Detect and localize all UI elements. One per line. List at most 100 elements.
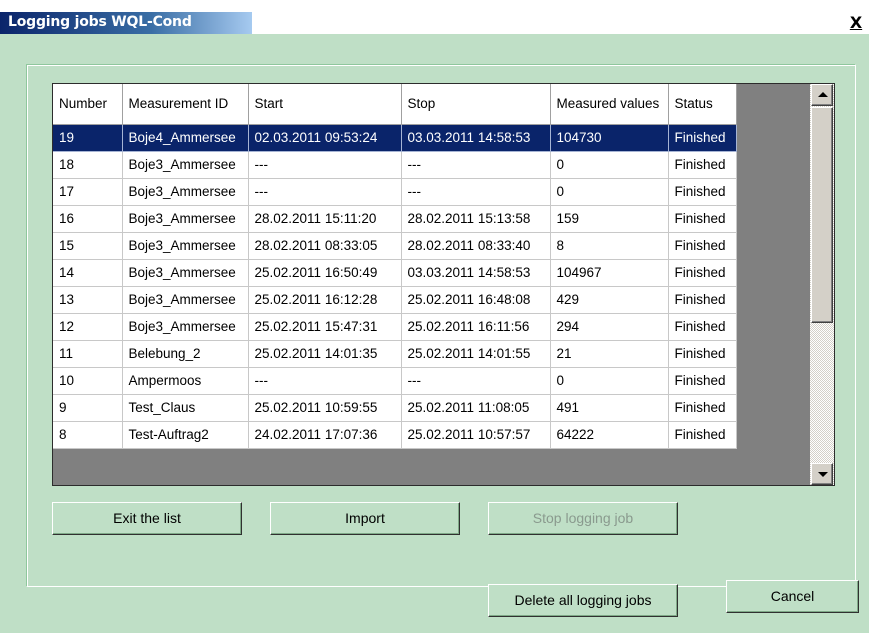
cell-number: 17 (53, 178, 123, 206)
cell-measured-values: 8 (550, 232, 669, 260)
cell-status: Finished (668, 286, 737, 314)
table-row[interactable]: 12 Boje3_Ammersee 25.02.2011 15:47:31 25.02… (53, 313, 737, 341)
cell-stop: 25.02.2011 14:01:55 (401, 340, 551, 368)
scroll-thumb[interactable] (811, 107, 833, 323)
cancel-button[interactable]: Cancel (726, 580, 859, 613)
table-row[interactable]: 16 Boje3_Ammersee 28.02.2011 15:11:20 28.02… (53, 205, 737, 233)
stop-logging-job-button[interactable]: Stop logging job (488, 502, 678, 535)
cell-start: --- (248, 178, 402, 206)
vertical-scrollbar[interactable] (810, 84, 834, 485)
cell-measurement-id: Boje3_Ammersee (122, 151, 249, 179)
cell-stop: --- (401, 367, 551, 395)
cell-number: 13 (53, 286, 123, 314)
cell-measured-values: 0 (550, 151, 669, 179)
arrow-up-icon (818, 92, 828, 97)
dialog-body: Number Measurement ID Start Stop Measure… (0, 34, 869, 633)
cell-status: Finished (668, 205, 737, 233)
cell-start: 28.02.2011 08:33:05 (248, 232, 402, 260)
table-row[interactable]: 9 Test_Claus 25.02.2011 10:59:55 25.02.2011… (53, 394, 737, 422)
cell-measured-values: 429 (550, 286, 669, 314)
cell-measured-values: 491 (550, 394, 669, 422)
cell-start: 02.03.2011 09:53:24 (248, 124, 402, 152)
cell-stop: --- (401, 151, 551, 179)
table-row[interactable]: 11 Belebung_2 25.02.2011 14:01:35 25.02.201… (53, 340, 737, 368)
cell-start: 25.02.2011 16:50:49 (248, 259, 402, 287)
cell-measurement-id: Boje3_Ammersee (122, 286, 249, 314)
table-row[interactable]: 17 Boje3_Ammersee --- --- 0 Finished (53, 178, 737, 206)
cell-status: Finished (668, 178, 737, 206)
cell-measurement-id: Boje3_Ammersee (122, 313, 249, 341)
cell-stop: 03.03.2011 14:58:53 (401, 124, 551, 152)
scroll-down-button[interactable] (811, 463, 833, 485)
cell-measured-values: 294 (550, 313, 669, 341)
cell-measurement-id: Boje3_Ammersee (122, 178, 249, 206)
cell-start: --- (248, 151, 402, 179)
cell-start: 24.02.2011 17:07:36 (248, 421, 402, 449)
cell-start: 28.02.2011 15:11:20 (248, 205, 402, 233)
cell-status: Finished (668, 394, 737, 422)
cell-number: 15 (53, 232, 123, 260)
column-header-measured-values[interactable]: Measured values (550, 84, 669, 125)
cell-start: 25.02.2011 16:12:28 (248, 286, 402, 314)
cell-measured-values: 104967 (550, 259, 669, 287)
cell-stop: 25.02.2011 10:57:57 (401, 421, 551, 449)
cell-start: 25.02.2011 15:47:31 (248, 313, 402, 341)
table-row[interactable]: 8 Test-Auftrag2 24.02.2011 17:07:36 25.02.2… (53, 421, 737, 449)
close-icon[interactable]: X (846, 14, 866, 32)
cell-status: Finished (668, 124, 737, 152)
cell-start: --- (248, 367, 402, 395)
cell-stop: 25.02.2011 16:48:08 (401, 286, 551, 314)
column-header-measurement-id[interactable]: Measurement ID (122, 84, 249, 125)
cell-measurement-id: Test_Claus (122, 394, 249, 422)
cell-measurement-id: Ampermoos (122, 367, 249, 395)
title-bar: Logging jobs WQL-Cond X (0, 0, 869, 34)
column-header-status[interactable]: Status (668, 84, 737, 125)
cell-number: 8 (53, 421, 123, 449)
cell-status: Finished (668, 367, 737, 395)
cell-measured-values: 0 (550, 367, 669, 395)
cell-measurement-id: Belebung_2 (122, 340, 249, 368)
delete-all-logging-jobs-button[interactable]: Delete all logging jobs (488, 584, 678, 617)
cell-number: 12 (53, 313, 123, 341)
cell-stop: --- (401, 178, 551, 206)
cell-start: 25.02.2011 10:59:55 (248, 394, 402, 422)
table-row[interactable]: 14 Boje3_Ammersee 25.02.2011 16:50:49 03.03… (53, 259, 737, 287)
table-row[interactable]: 13 Boje3_Ammersee 25.02.2011 16:12:28 25.02… (53, 286, 737, 314)
cell-measurement-id: Boje4_Ammersee (122, 124, 249, 152)
scroll-up-button[interactable] (811, 84, 833, 106)
column-header-stop[interactable]: Stop (401, 84, 551, 125)
table-row[interactable]: 10 Ampermoos --- --- 0 Finished (53, 367, 737, 395)
cell-number: 10 (53, 367, 123, 395)
cell-status: Finished (668, 151, 737, 179)
table-row[interactable]: 18 Boje3_Ammersee --- --- 0 Finished (53, 151, 737, 179)
logging-jobs-list: Number Measurement ID Start Stop Measure… (52, 83, 835, 486)
cell-status: Finished (668, 259, 737, 287)
cell-number: 16 (53, 205, 123, 233)
cell-stop: 28.02.2011 08:33:40 (401, 232, 551, 260)
cell-measurement-id: Test-Auftrag2 (122, 421, 249, 449)
cell-number: 14 (53, 259, 123, 287)
arrow-down-icon (818, 472, 828, 477)
cell-stop: 03.03.2011 14:58:53 (401, 259, 551, 287)
cell-number: 11 (53, 340, 123, 368)
cell-status: Finished (668, 232, 737, 260)
cell-measurement-id: Boje3_Ammersee (122, 205, 249, 233)
column-header-start[interactable]: Start (248, 84, 402, 125)
exit-list-button[interactable]: Exit the list (52, 502, 242, 535)
cell-measured-values: 159 (550, 205, 669, 233)
cell-measured-values: 21 (550, 340, 669, 368)
cell-number: 9 (53, 394, 123, 422)
table-row[interactable]: 15 Boje3_Ammersee 28.02.2011 08:33:05 28.02… (53, 232, 737, 260)
table-row[interactable]: 19 Boje4_Ammersee 02.03.2011 09:53:24 03.03… (53, 124, 737, 152)
cell-measured-values: 0 (550, 178, 669, 206)
import-button[interactable]: Import (270, 502, 460, 535)
column-header-number[interactable]: Number (53, 84, 123, 125)
cell-stop: 28.02.2011 15:13:58 (401, 205, 551, 233)
cell-status: Finished (668, 340, 737, 368)
cell-measured-values: 64222 (550, 421, 669, 449)
cell-start: 25.02.2011 14:01:35 (248, 340, 402, 368)
cell-number: 19 (53, 124, 123, 152)
logging-jobs-table: Number Measurement ID Start Stop Measure… (53, 84, 737, 449)
cell-number: 18 (53, 151, 123, 179)
cell-stop: 25.02.2011 11:08:05 (401, 394, 551, 422)
